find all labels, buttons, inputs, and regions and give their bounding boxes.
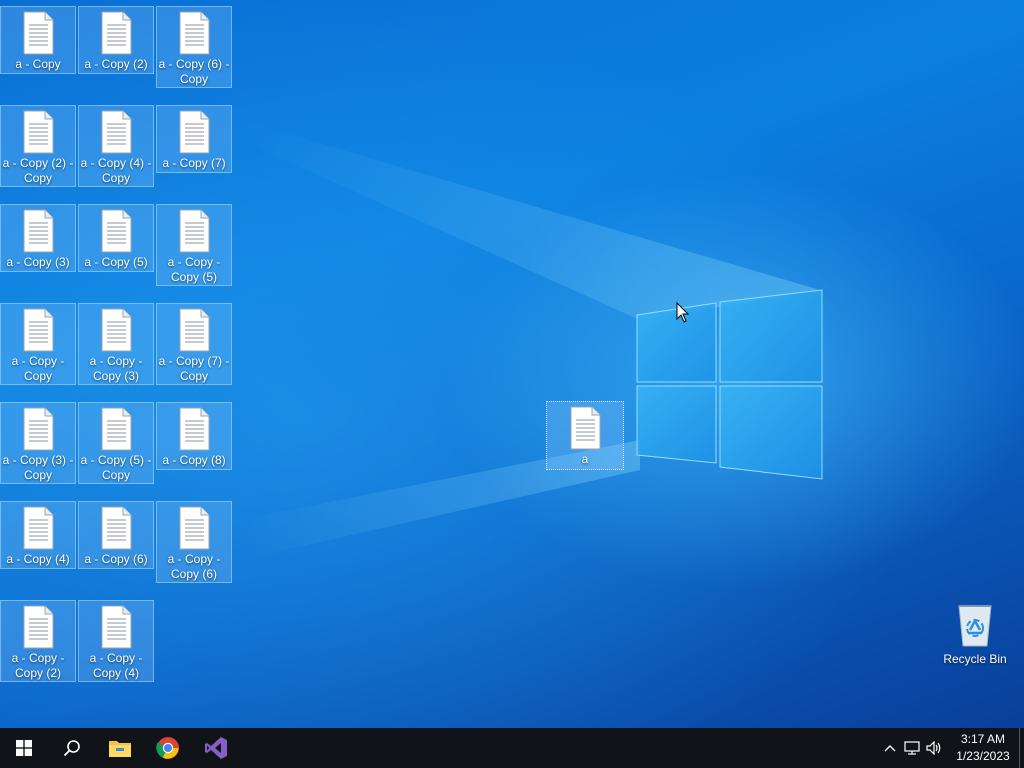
text-document-icon: [179, 11, 210, 55]
network-icon: [904, 741, 920, 755]
text-document-icon: [570, 406, 601, 450]
desktop-file-icon[interactable]: a - Copy - Copy (4): [78, 600, 154, 682]
text-document-icon: [23, 110, 54, 154]
desktop-file-icon[interactable]: a - Copy - Copy: [0, 303, 76, 385]
text-document-icon: [179, 506, 210, 550]
recycle-bin-label: Recycle Bin: [943, 652, 1007, 666]
start-button[interactable]: [0, 728, 48, 768]
desktop-file-icon[interactable]: a - Copy (8): [156, 402, 232, 470]
text-document-icon: [179, 407, 210, 451]
icon-label: a - Copy (4): [6, 552, 70, 566]
icon-label: a - Copy (8): [162, 453, 226, 467]
desktop-file-icon[interactable]: a - Copy (5) - Copy: [78, 402, 154, 484]
icon-label: a - Copy (6): [84, 552, 148, 566]
text-document-icon: [101, 308, 132, 352]
icon-label: a - Copy (2): [84, 57, 148, 71]
volume-icon: [926, 741, 941, 755]
text-document-icon: [101, 110, 132, 154]
volume-button[interactable]: [923, 728, 945, 768]
icon-label: a - Copy - Copy: [11, 354, 65, 383]
chevron-up-icon: [884, 745, 896, 752]
text-document-icon: [23, 11, 54, 55]
icon-label: a - Copy (5) - Copy: [80, 453, 152, 482]
text-document-icon: [101, 506, 132, 550]
clock-date: 1/23/2023: [956, 749, 1010, 763]
desktop-file-icon[interactable]: a - Copy (5): [78, 204, 154, 272]
desktop-file-icon-a[interactable]: a: [546, 401, 624, 470]
icon-label: a - Copy (4) - Copy: [80, 156, 152, 185]
search-icon: [63, 740, 80, 757]
icon-label: a - Copy (3) - Copy: [2, 453, 74, 482]
icon-label: a: [581, 452, 589, 466]
text-document-icon: [23, 407, 54, 451]
icon-label: a - Copy - Copy (4): [89, 651, 143, 680]
text-document-icon: [101, 11, 132, 55]
text-document-icon: [179, 308, 210, 352]
desktop-file-icon[interactable]: a - Copy (2): [78, 6, 154, 74]
chrome-button[interactable]: [144, 728, 192, 768]
desktop-file-icon[interactable]: a - Copy: [0, 6, 76, 74]
visual-studio-button[interactable]: [192, 728, 240, 768]
mouse-cursor-icon: [676, 302, 690, 323]
desktop-file-icon[interactable]: a - Copy (3) - Copy: [0, 402, 76, 484]
text-document-icon: [179, 209, 210, 253]
file-explorer-icon: [109, 741, 131, 757]
show-desktop-button[interactable]: [1019, 728, 1024, 768]
icon-label: a - Copy (7) - Copy: [158, 354, 230, 383]
icon-label: a - Copy (7): [162, 156, 226, 170]
desktop-file-icon[interactable]: a - Copy - Copy (2): [0, 600, 76, 682]
file-explorer-button[interactable]: [96, 728, 144, 768]
desktop-file-icon[interactable]: a - Copy (4): [0, 501, 76, 569]
clock-time: 3:17 AM: [960, 732, 1006, 746]
taskbar-clock[interactable]: 3:17 AM 1/23/2023: [951, 731, 1015, 765]
icon-label: a - Copy (5): [84, 255, 148, 269]
desktop-file-icon[interactable]: a - Copy - Copy (6): [156, 501, 232, 583]
desktop-file-icon[interactable]: a - Copy - Copy (3): [78, 303, 154, 385]
text-document-icon: [101, 209, 132, 253]
icon-label: a - Copy - Copy (2): [11, 651, 65, 680]
text-document-icon: [179, 110, 210, 154]
icon-label: a - Copy (2) - Copy: [2, 156, 74, 185]
recycle-bin-icon: [958, 605, 992, 647]
desktop-file-icon[interactable]: a - Copy (7): [156, 105, 232, 173]
text-document-icon: [23, 308, 54, 352]
text-document-icon: [101, 605, 132, 649]
icon-label: a - Copy: [15, 57, 61, 71]
text-document-icon: [23, 506, 54, 550]
desktop-file-icon[interactable]: a - Copy - Copy (5): [156, 204, 232, 286]
visual-studio-icon: [205, 737, 227, 759]
icon-label: a - Copy (6) - Copy: [158, 57, 230, 86]
text-document-icon: [23, 605, 54, 649]
desktop-file-icon[interactable]: a - Copy (6): [78, 501, 154, 569]
windows-logo: [636, 289, 823, 480]
chrome-icon: [156, 737, 179, 759]
desktop-file-icon[interactable]: a - Copy (7) - Copy: [156, 303, 232, 385]
icon-label: a - Copy - Copy (3): [89, 354, 143, 383]
desktop-file-icon[interactable]: a - Copy (2) - Copy: [0, 105, 76, 187]
text-document-icon: [23, 209, 54, 253]
icon-label: a - Copy (3): [6, 255, 70, 269]
recycle-bin[interactable]: Recycle Bin: [936, 600, 1014, 667]
desktop-file-icon[interactable]: a - Copy (4) - Copy: [78, 105, 154, 187]
desktop[interactable]: a - Copy a - Copy (2) - Copy a - Copy (3…: [0, 0, 1024, 728]
text-document-icon: [101, 407, 132, 451]
network-button[interactable]: [901, 728, 923, 768]
desktop-file-icon[interactable]: a - Copy (3): [0, 204, 76, 272]
icon-label: a - Copy - Copy (6): [167, 552, 221, 581]
icon-label: a - Copy - Copy (5): [167, 255, 221, 284]
show-hidden-icons-button[interactable]: [879, 728, 901, 768]
start-icon: [16, 740, 32, 756]
system-tray: 3:17 AM 1/23/2023: [879, 728, 1024, 768]
taskbar: 3:17 AM 1/23/2023: [0, 728, 1024, 768]
desktop-file-icon[interactable]: a - Copy (6) - Copy: [156, 6, 232, 88]
search-button[interactable]: [48, 728, 96, 768]
